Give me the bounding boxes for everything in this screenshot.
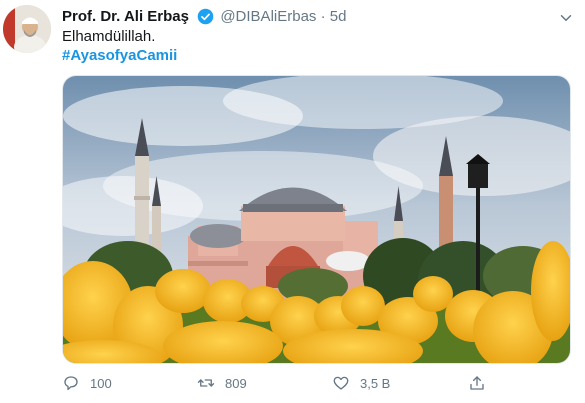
author-handle[interactable]: @DIBAliErbas	[220, 8, 316, 25]
retweet-icon	[197, 379, 215, 387]
share-button[interactable]	[468, 372, 486, 394]
hashtag-link[interactable]: #AyasofyaCamii	[62, 46, 177, 66]
tweet-action-bar: 100 809 3,5 B	[62, 372, 532, 394]
separator-dot: ·	[320, 8, 326, 25]
retweet-count: 809	[225, 375, 247, 391]
author-name[interactable]: Prof. Dr. Ali Erbaş	[62, 8, 189, 25]
tweet-header: Prof. Dr. Ali Erbaş @DIBAliErbas · 5d	[62, 7, 346, 27]
reply-icon	[64, 376, 78, 391]
retweet-button[interactable]: 809	[197, 372, 247, 394]
hagia-sophia-photo	[63, 76, 570, 363]
tweet-timestamp[interactable]: 5d	[330, 8, 347, 25]
tweet-text: Elhamdülillah.	[62, 28, 156, 45]
like-count: 3,5 B	[360, 375, 391, 391]
avatar-image	[3, 5, 51, 53]
avatar[interactable]	[3, 5, 51, 53]
verified-badge-icon	[197, 8, 214, 25]
reply-count: 100	[90, 375, 112, 391]
tweet-photo[interactable]	[62, 75, 571, 364]
chevron-down-icon[interactable]	[557, 9, 575, 27]
share-icon	[470, 376, 484, 390]
reply-button[interactable]: 100	[62, 372, 112, 394]
heart-icon	[333, 376, 349, 390]
like-button[interactable]: 3,5 B	[332, 372, 390, 394]
